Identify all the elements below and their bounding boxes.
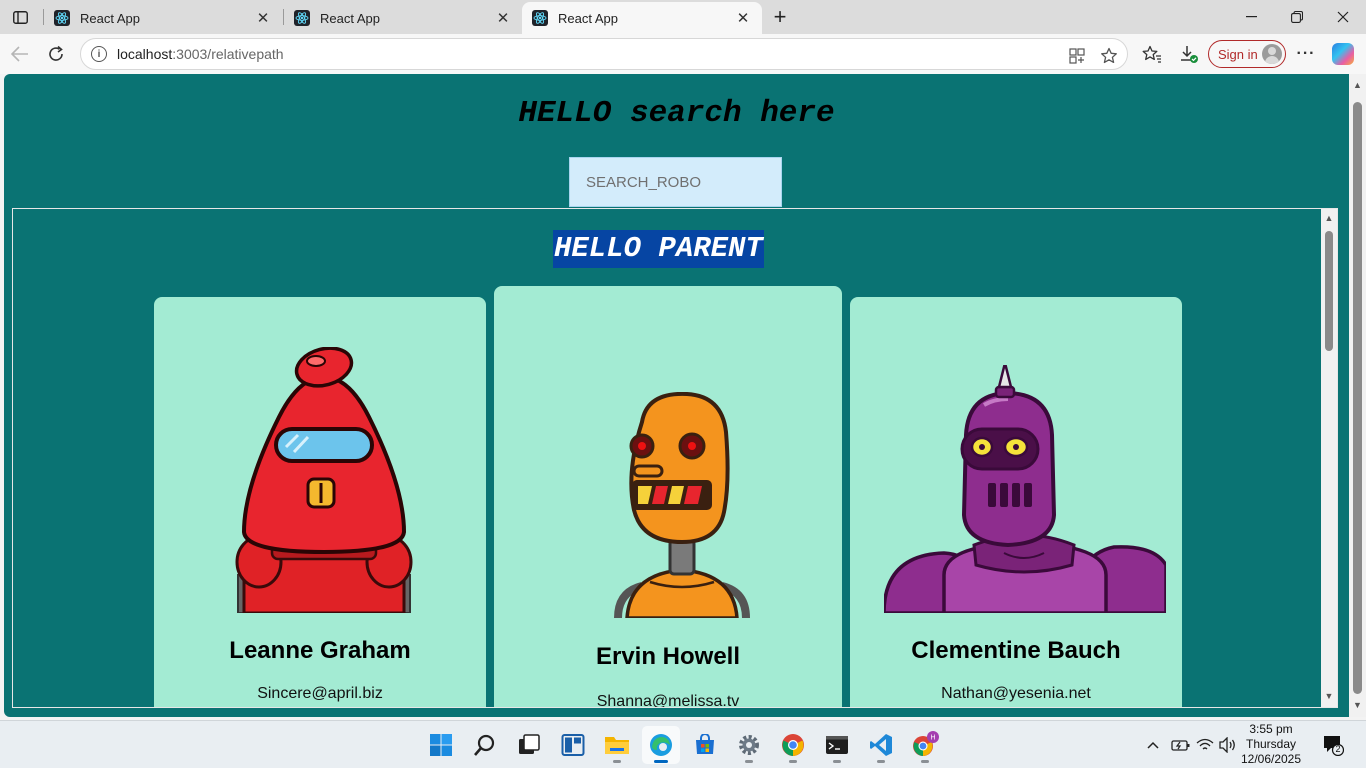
react-icon <box>532 10 548 26</box>
tab-title: React App <box>558 10 618 26</box>
sign-in-button[interactable]: Sign in <box>1208 40 1286 68</box>
favorites-icon[interactable] <box>1140 42 1164 66</box>
new-tab-icon[interactable]: + <box>766 4 794 29</box>
running-indicator <box>833 760 841 763</box>
tab-close-icon[interactable]: ✕ <box>734 9 752 27</box>
tab-strip: React App ✕ React App ✕ React App ✕ + <box>0 0 1366 34</box>
vscode-icon[interactable] <box>862 726 900 764</box>
tab-react-app-1[interactable]: React App ✕ <box>44 2 282 34</box>
tab-close-icon[interactable]: ✕ <box>494 9 512 27</box>
robot-email: Sincere@april.biz <box>257 685 383 702</box>
page-viewport: HELLO search here HELLO PARENT <box>4 74 1349 717</box>
robot-card[interactable]: Leanne Graham Sincere@april.biz <box>154 297 486 707</box>
app-available-icon[interactable] <box>1067 46 1087 66</box>
downloads-icon[interactable] <box>1177 42 1201 66</box>
scroll-up-arrow-icon[interactable]: ▲ <box>1324 213 1334 223</box>
reload-icon[interactable] <box>42 40 70 68</box>
volume-icon[interactable] <box>1219 721 1237 768</box>
scroll-up-arrow-icon[interactable]: ▲ <box>1352 80 1363 90</box>
running-indicator <box>654 760 668 763</box>
inner-scrollbar-thumb[interactable] <box>1325 231 1333 351</box>
more-options-icon[interactable]: ··· <box>1294 42 1318 66</box>
terminal-icon[interactable] <box>818 726 856 764</box>
tab-title: React App <box>320 10 380 26</box>
restore-icon[interactable] <box>1274 0 1320 34</box>
task-view-icon[interactable] <box>510 726 548 764</box>
chrome-icon[interactable] <box>774 726 812 764</box>
scroll-down-arrow-icon[interactable]: ▼ <box>1352 700 1363 710</box>
wifi-icon[interactable] <box>1196 721 1214 768</box>
page-title: HELLO search here <box>518 96 835 131</box>
robots-scroll-region[interactable]: HELLO PARENT Leanne Graham Sincere@april… <box>12 208 1338 708</box>
search-icon[interactable] <box>466 726 504 764</box>
red-robot-image <box>235 347 413 613</box>
store-icon[interactable] <box>686 726 724 764</box>
sign-in-label: Sign in <box>1218 46 1258 62</box>
notification-count: 2 <box>1335 744 1341 754</box>
browser-toolbar: i localhost:3003/relativepath Sign in ··… <box>0 34 1366 74</box>
start-icon[interactable] <box>422 726 460 764</box>
svg-text:H: H <box>930 735 935 742</box>
file-explorer-icon[interactable] <box>598 726 636 764</box>
chrome-profile-icon[interactable]: H <box>906 726 944 764</box>
tab-react-app-active[interactable]: React App ✕ <box>522 2 762 34</box>
robot-card[interactable]: Clementine Bauch Nathan@yesenia.net <box>850 297 1182 707</box>
close-window-icon[interactable] <box>1320 0 1366 34</box>
system-clock[interactable]: 3:55 pm Thursday 12/06/2025 <box>1240 722 1302 767</box>
running-indicator <box>789 760 797 763</box>
scroll-down-arrow-icon[interactable]: ▼ <box>1324 691 1334 701</box>
minimize-icon[interactable] <box>1228 0 1274 34</box>
react-icon <box>54 10 70 26</box>
tab-title: React App <box>80 10 140 26</box>
robot-email: Shanna@melissa.tv <box>596 693 740 708</box>
favorite-star-icon[interactable] <box>1099 46 1119 66</box>
url-path: :3003/relativepath <box>172 46 284 62</box>
tab-close-icon[interactable]: ✕ <box>254 9 272 27</box>
search-input[interactable] <box>569 157 782 207</box>
profile-avatar-icon <box>1262 44 1282 64</box>
robot-name: Ervin Howell <box>595 643 741 670</box>
url-text: localhost:3003/relativepath <box>117 46 284 62</box>
orange-robot-image <box>614 392 750 618</box>
battery-icon[interactable] <box>1171 721 1191 768</box>
react-icon <box>294 10 310 26</box>
page-scrollbar-thumb[interactable] <box>1353 102 1362 694</box>
clock-day: Thursday <box>1245 737 1297 751</box>
running-indicator <box>745 760 753 763</box>
robot-name: Leanne Graham <box>229 637 411 664</box>
robot-email: Nathan@yesenia.net <box>941 685 1091 702</box>
running-indicator <box>877 760 885 763</box>
edge-icon[interactable] <box>642 726 680 764</box>
show-hidden-icons[interactable] <box>1146 721 1160 768</box>
page-scrollbar[interactable]: ▲ ▼ <box>1349 74 1366 717</box>
clock-time: 3:55 pm <box>1249 722 1293 736</box>
clock-date: 12/06/2025 <box>1240 752 1302 766</box>
robot-card[interactable]: Ervin Howell Shanna@melissa.tv <box>494 286 842 708</box>
url-host: localhost <box>117 46 173 62</box>
copilot-icon[interactable] <box>1332 43 1354 65</box>
site-info-icon[interactable]: i <box>91 46 107 62</box>
inner-scrollbar[interactable]: ▲ ▼ <box>1321 209 1337 707</box>
running-indicator <box>921 760 929 763</box>
back-arrow-icon[interactable] <box>6 40 34 68</box>
taskbar: H 3:55 pm Thursday 12/06/2025 2 <box>0 720 1366 768</box>
tab-react-app-2[interactable]: React App ✕ <box>284 2 522 34</box>
running-indicator <box>613 760 621 763</box>
robot-name: Clementine Bauch <box>911 637 1121 664</box>
purple-robot-image <box>884 365 1166 613</box>
settings-icon[interactable] <box>730 726 768 764</box>
notification-center-icon[interactable]: 2 <box>1322 734 1345 757</box>
address-bar[interactable]: i localhost:3003/relativepath <box>80 38 1128 70</box>
tab-actions-icon[interactable] <box>6 5 34 29</box>
parent-title: HELLO PARENT <box>553 230 764 268</box>
widgets-icon[interactable] <box>554 726 592 764</box>
